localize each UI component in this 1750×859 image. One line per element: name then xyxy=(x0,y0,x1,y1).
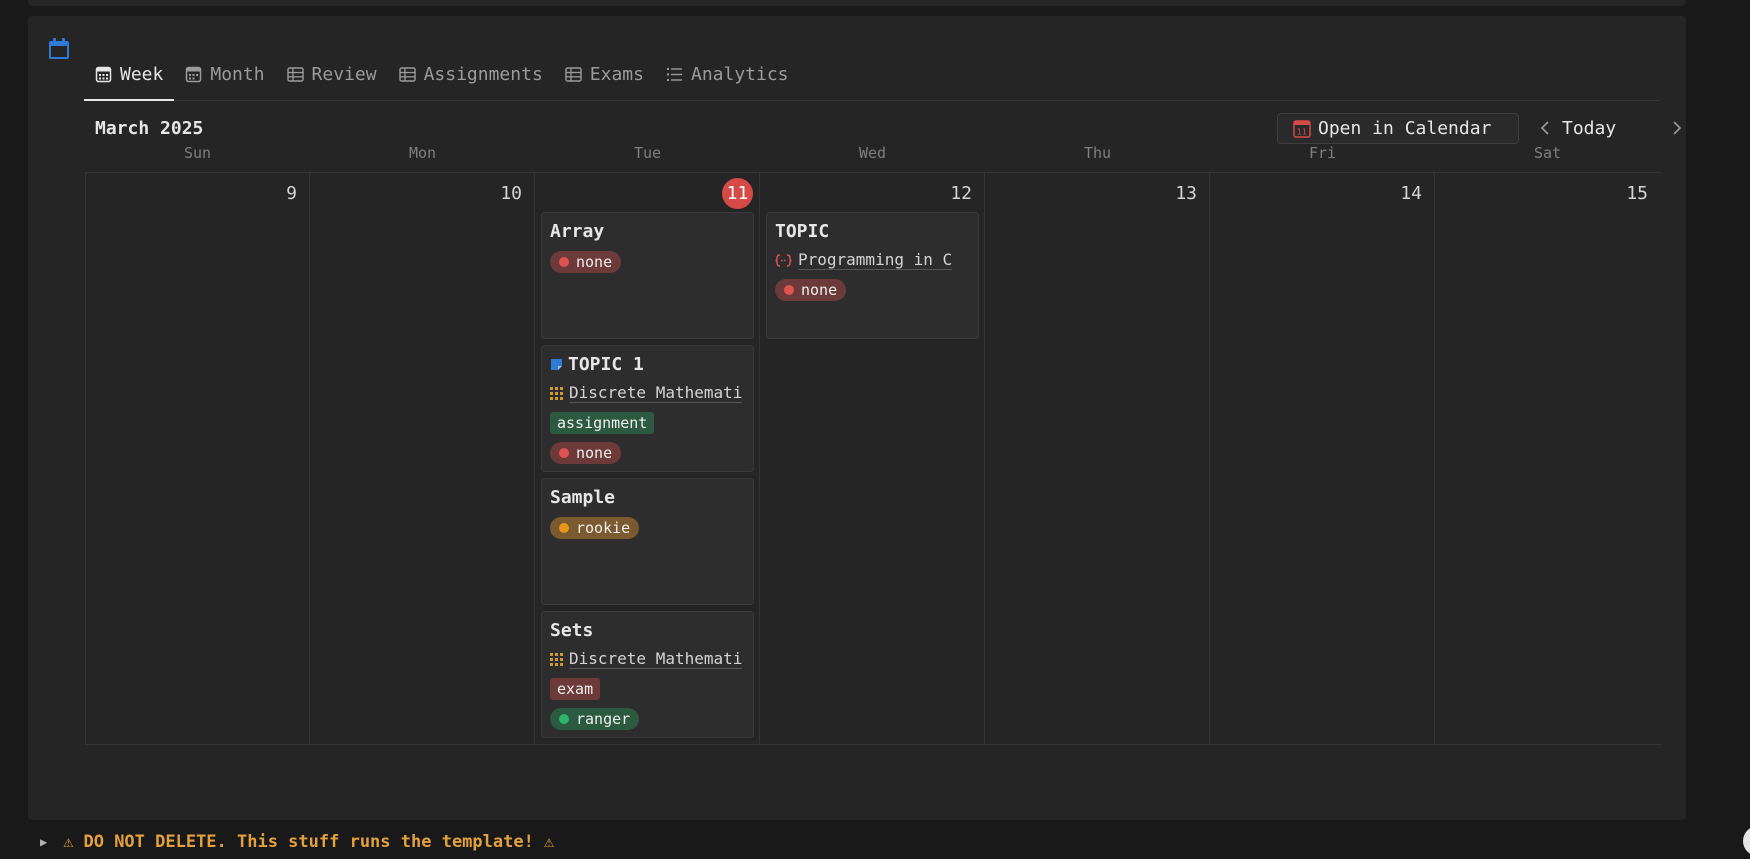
course-relation-link[interactable]: Discrete Mathemati xyxy=(550,382,745,404)
help-button[interactable] xyxy=(1743,826,1750,856)
tab-exams[interactable]: Exams xyxy=(554,48,655,100)
event-card-sets[interactable]: Sets Discrete Mathemati exam ranger xyxy=(541,611,754,738)
tab-label: Exams xyxy=(589,63,644,85)
tab-label: Review xyxy=(311,63,377,85)
next-week-button[interactable] xyxy=(1667,117,1687,139)
event-title: TOPIC 1 xyxy=(550,352,745,376)
week-grid: 9 10 11 Array none TOPIC 1 Discrete Math… xyxy=(85,172,1661,745)
status-pill: none xyxy=(550,251,622,273)
status-pill: none xyxy=(550,442,622,464)
calendar-week-icon xyxy=(95,66,112,82)
type-tag: assignment xyxy=(550,412,655,434)
today-button[interactable]: Today xyxy=(1562,118,1616,139)
weekday-header-row: Sun Mon Tue Wed Thu Fri Sat xyxy=(85,140,1661,172)
table-icon xyxy=(565,66,582,82)
weekday-label: Wed xyxy=(858,144,887,162)
calendar-month-icon xyxy=(186,66,202,82)
code-braces-icon xyxy=(775,253,792,267)
weekday-label: Mon xyxy=(408,144,437,162)
weekday-label: Sat xyxy=(1533,144,1562,162)
weekday-label: Tue xyxy=(633,144,662,162)
tab-label: Assignments xyxy=(423,63,543,85)
tab-month[interactable]: Month xyxy=(174,48,275,100)
calendar-app-icon-day: 11 xyxy=(1297,128,1307,137)
day-cell-thu[interactable]: 13 xyxy=(985,173,1210,744)
day-number: 9 xyxy=(286,183,297,204)
list-icon xyxy=(666,67,682,81)
tab-analytics[interactable]: Analytics xyxy=(655,48,800,100)
day-cell-wed[interactable]: 12 TOPIC Programming in C none xyxy=(760,173,985,744)
weekday-label: Thu xyxy=(1083,144,1112,162)
day-number: 10 xyxy=(500,183,522,204)
calendar-icon xyxy=(49,38,69,59)
day-number: 12 xyxy=(950,183,972,204)
warning-text: DO NOT DELETE. This stuff runs the templ… xyxy=(83,832,534,852)
tab-label: Month xyxy=(210,63,265,85)
day-number: 15 xyxy=(1626,183,1648,204)
toggle-triangle-icon[interactable]: ▶ xyxy=(40,835,47,849)
tab-label: Week xyxy=(120,63,164,85)
event-title: Sets xyxy=(550,619,594,641)
status-pill: rookie xyxy=(550,517,640,539)
table-icon xyxy=(398,66,416,82)
open-in-calendar-label: Open in Calendar xyxy=(1318,118,1492,139)
month-title: March 2025 xyxy=(95,118,204,139)
chevron-right-icon xyxy=(1673,121,1682,135)
day-cell-tue[interactable]: 11 Array none TOPIC 1 Discrete Mathemati… xyxy=(535,173,760,744)
day-cell-fri[interactable]: 14 xyxy=(1210,173,1435,744)
course-relation-link[interactable]: Programming in C xyxy=(775,249,970,271)
tab-week[interactable]: Week xyxy=(84,48,175,101)
weekday-label: Sun xyxy=(183,144,212,162)
event-card-topic-1[interactable]: TOPIC 1 Discrete Mathemati assignment no… xyxy=(541,345,754,472)
warning-icon: ⚠ xyxy=(63,832,74,852)
tab-review[interactable]: Review xyxy=(276,48,388,100)
grid-icon xyxy=(550,386,563,400)
course-relation-link[interactable]: Discrete Mathemati xyxy=(550,648,745,670)
calendar-app-icon: 11 xyxy=(1293,120,1311,138)
event-title: Sample xyxy=(550,486,616,508)
template-toggle-block[interactable]: ▶ ⚠ DO NOT DELETE. This stuff runs the t… xyxy=(40,832,554,852)
event-card-sample[interactable]: Sample rookie xyxy=(541,478,754,605)
status-pill: ranger xyxy=(550,708,640,730)
previous-block xyxy=(28,0,1686,6)
status-pill: none xyxy=(775,279,847,301)
previous-week-button[interactable] xyxy=(1535,117,1555,139)
day-cell-sat[interactable]: 15 xyxy=(1435,173,1660,744)
chevron-left-icon xyxy=(1540,121,1549,135)
event-title: Array xyxy=(550,220,605,242)
day-number: 14 xyxy=(1400,183,1422,204)
tab-assignments[interactable]: Assignments xyxy=(388,48,554,100)
event-card-array[interactable]: Array none xyxy=(541,212,754,339)
day-number: 13 xyxy=(1175,183,1197,204)
day-cell-sun[interactable]: 9 xyxy=(85,173,310,744)
event-title: TOPIC xyxy=(775,220,830,242)
warning-icon: ⚠ xyxy=(543,832,555,852)
event-card-topic[interactable]: TOPIC Programming in C none xyxy=(766,212,979,339)
today-day-number: 11 xyxy=(722,178,753,209)
table-icon xyxy=(286,66,304,82)
weekday-label: Fri xyxy=(1308,144,1337,162)
view-tabs: Week Month Review Assignments Exams Anal… xyxy=(84,48,1660,101)
note-icon xyxy=(551,358,562,370)
day-cell-mon[interactable]: 10 xyxy=(310,173,535,744)
type-tag: exam xyxy=(550,678,601,700)
grid-icon xyxy=(550,652,563,666)
tab-label: Analytics xyxy=(690,63,789,85)
